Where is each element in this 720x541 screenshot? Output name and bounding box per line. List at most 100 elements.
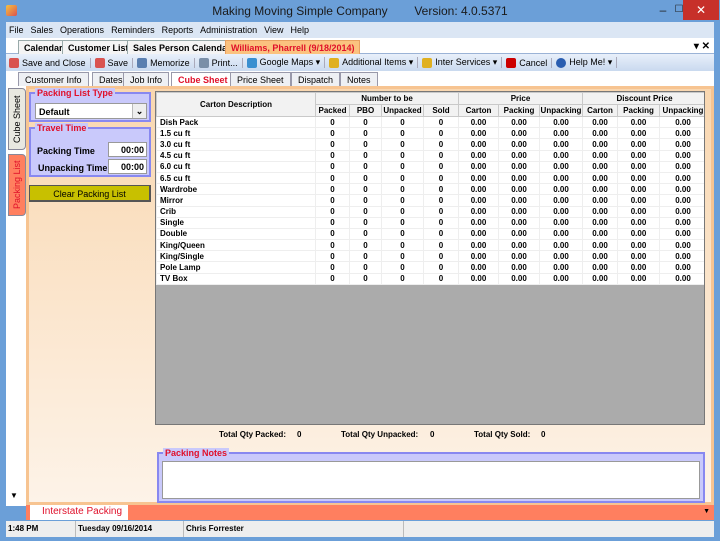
cell-carton[interactable]: 0.00 (582, 160, 618, 173)
cell-packing[interactable]: 0.00 (617, 149, 660, 162)
cell-unpacking[interactable]: 0.00 (658, 239, 704, 252)
cell-packing[interactable]: 0.00 (498, 227, 540, 241)
column-unpacking[interactable]: Unpacking (658, 104, 704, 117)
save-and-close-button[interactable]: Save and Close (9, 57, 91, 68)
cell-packed[interactable]: 0 (315, 272, 350, 285)
table-row[interactable]: Dish Pack 0 0 0 0 0.00 0.00 0.00 0.00 0.00 0.00 (156, 115, 704, 129)
table-row[interactable]: 6.5 cu ft 0 0 0 0 0.00 0.00 0.00 0.00 0.00 0.00 (156, 171, 704, 185)
column-carton[interactable]: Carton (582, 104, 618, 117)
cell-unpacking[interactable]: 0.00 (539, 149, 583, 162)
cell-carton[interactable]: 0.00 (582, 205, 618, 218)
cell-unpacking[interactable]: 0.00 (658, 138, 704, 151)
cell-packing[interactable]: 0.00 (617, 272, 660, 285)
cell-packing[interactable]: 0.00 (617, 171, 660, 185)
cell-sold[interactable]: 0 (423, 227, 459, 241)
tab-controls[interactable]: ▾ ✕ (694, 41, 710, 52)
cell-packing[interactable]: 0.00 (617, 115, 660, 129)
cell-packing[interactable]: 0.00 (498, 216, 540, 229)
menu-view[interactable]: View (264, 25, 283, 35)
cell-unpacking[interactable]: 0.00 (658, 194, 704, 207)
cell-carton[interactable]: 0.00 (458, 205, 499, 218)
cell-carton[interactable]: 0.00 (582, 194, 618, 207)
cell-packing[interactable]: 0.00 (617, 127, 660, 140)
print-button[interactable]: Print... (198, 57, 243, 68)
side-tab-cube-sheet[interactable]: Cube Sheet (8, 88, 26, 150)
cell-packing[interactable]: 0.00 (617, 138, 660, 151)
cell-carton[interactable]: 0.00 (458, 250, 499, 263)
cell-packing[interactable]: 0.00 (617, 183, 660, 196)
cell-unpacking[interactable]: 0.00 (539, 183, 583, 196)
cell-unpacking[interactable]: 0.00 (539, 239, 583, 252)
cell-carton[interactable]: 0.00 (458, 227, 499, 241)
cell-pbo[interactable]: 0 (349, 261, 382, 274)
table-row[interactable]: Pole Lamp 0 0 0 0 0.00 0.00 0.00 0.00 0.00 0.00 (156, 261, 704, 274)
menu-reports[interactable]: Reports (162, 25, 194, 35)
menu-reminders[interactable]: Reminders (111, 25, 155, 35)
cell-packing[interactable]: 0.00 (498, 115, 540, 129)
cell-packing[interactable]: 0.00 (617, 227, 660, 241)
tab-customer-info[interactable]: Customer Info (18, 72, 89, 86)
cell-pbo[interactable]: 0 (349, 227, 382, 241)
table-row[interactable]: King/Queen 0 0 0 0 0.00 0.00 0.00 0.00 0.00 0.00 (156, 239, 704, 252)
cell-unpacked[interactable]: 0 (381, 149, 424, 162)
cell-sold[interactable]: 0 (423, 138, 459, 151)
column-packing[interactable]: Packing (617, 104, 660, 117)
packing-list-type-select[interactable]: Default ⌄ (35, 103, 147, 119)
menu-operations[interactable]: Operations (60, 25, 104, 35)
cell-unpacked[interactable]: 0 (381, 239, 424, 252)
cell-pbo[interactable]: 0 (349, 115, 382, 129)
menu-administration[interactable]: Administration (200, 25, 257, 35)
cell-unpacked[interactable]: 0 (381, 160, 424, 173)
cell-carton[interactable]: 0.00 (582, 171, 618, 185)
cell-unpacked[interactable]: 0 (381, 183, 424, 196)
cell-packed[interactable]: 0 (315, 183, 350, 196)
cell-unpacking[interactable]: 0.00 (658, 272, 704, 285)
cell-sold[interactable]: 0 (423, 205, 459, 218)
cell-pbo[interactable]: 0 (349, 127, 382, 140)
cell-pbo[interactable]: 0 (349, 239, 382, 252)
cell-unpacking[interactable]: 0.00 (658, 261, 704, 274)
cell-pbo[interactable]: 0 (349, 160, 382, 173)
cell-unpacked[interactable]: 0 (381, 138, 424, 151)
cell-sold[interactable]: 0 (423, 250, 459, 263)
column-packing[interactable]: Packing (498, 104, 540, 117)
cell-sold[interactable]: 0 (423, 127, 459, 140)
cell-carton[interactable]: 0.00 (458, 160, 499, 173)
cell-packing[interactable]: 0.00 (498, 149, 540, 162)
menu-file[interactable]: File (9, 25, 24, 35)
cell-packed[interactable]: 0 (315, 250, 350, 263)
cell-packed[interactable]: 0 (315, 261, 350, 274)
cell-packing[interactable]: 0.00 (498, 127, 540, 140)
doc-tab-customer[interactable]: Williams, Pharrell (9/18/2014) (225, 40, 361, 54)
column-sold[interactable]: Sold (423, 104, 459, 117)
cell-unpacked[interactable]: 0 (381, 127, 424, 140)
cell-carton[interactable]: 0.00 (458, 149, 499, 162)
table-row[interactable]: King/Single 0 0 0 0 0.00 0.00 0.00 0.00 0.00 0.00 (156, 250, 704, 263)
cell-unpacking[interactable]: 0.00 (658, 115, 704, 129)
cell-unpacking[interactable]: 0.00 (539, 250, 583, 263)
cell-packing[interactable]: 0.00 (498, 239, 540, 252)
cell-packed[interactable]: 0 (315, 239, 350, 252)
cell-packing[interactable]: 0.00 (617, 250, 660, 263)
cell-unpacking[interactable]: 0.00 (539, 272, 583, 285)
cell-packing[interactable]: 0.00 (617, 216, 660, 229)
cell-pbo[interactable]: 0 (349, 194, 382, 207)
cell-carton[interactable]: 0.00 (458, 261, 499, 274)
unpacking-time-input[interactable]: 00:00 (108, 159, 147, 174)
cell-unpacked[interactable]: 0 (381, 115, 424, 129)
close-button[interactable]: ✕ (683, 0, 719, 20)
tab-notes[interactable]: Notes (340, 72, 378, 86)
cell-unpacking[interactable]: 0.00 (539, 127, 583, 140)
cell-packed[interactable]: 0 (315, 127, 350, 140)
cell-sold[interactable]: 0 (423, 160, 459, 173)
cell-packed[interactable]: 0 (315, 205, 350, 218)
table-row[interactable]: TV Box 0 0 0 0 0.00 0.00 0.00 0.00 0.00 0.00 (156, 272, 704, 285)
cell-carton[interactable]: 0.00 (582, 250, 618, 263)
cell-pbo[interactable]: 0 (349, 171, 382, 185)
cell-packed[interactable]: 0 (315, 115, 350, 129)
cell-carton[interactable]: 0.00 (582, 239, 618, 252)
cell-packed[interactable]: 0 (315, 171, 350, 185)
column-unpacked[interactable]: Unpacked (381, 104, 424, 117)
doc-tab-sales-person-calendar[interactable]: Sales Person Calendar (127, 40, 237, 54)
packing-time-input[interactable]: 00:00 (108, 142, 147, 157)
